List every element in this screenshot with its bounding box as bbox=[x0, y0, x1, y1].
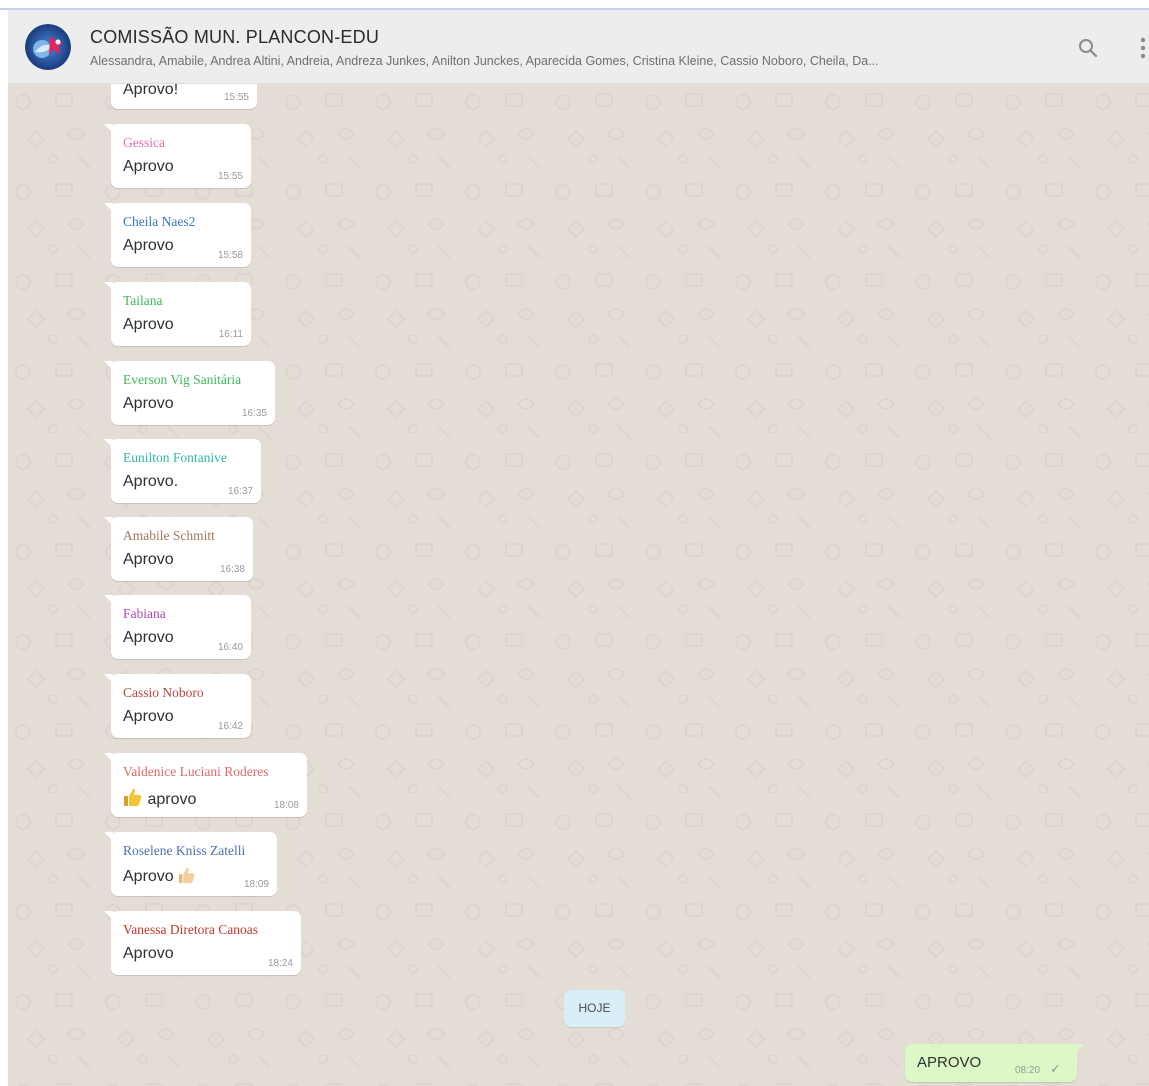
chat-header[interactable]: COMISSÃO MUN. PLANCON-EDU Alessandra, Am… bbox=[8, 10, 1149, 84]
message-time: 18:24 bbox=[267, 958, 293, 969]
message-text-content: aprovo bbox=[147, 791, 197, 808]
bubble-tail bbox=[104, 753, 113, 762]
message-time: 16:40 bbox=[217, 642, 243, 653]
message-text: Aprovo bbox=[123, 945, 174, 962]
incoming-message[interactable]: Gessica Aprovo 15:55 bbox=[104, 124, 251, 188]
incoming-message[interactable]: Eunilton Fontanive Aprovo. 16:37 bbox=[104, 439, 261, 503]
message-sender: Tailana bbox=[123, 293, 163, 308]
message-sender: Fabiana bbox=[123, 606, 166, 621]
message-time: 16:11 bbox=[218, 329, 243, 340]
message-text-content: Aprovo bbox=[123, 868, 174, 885]
window-top-border bbox=[0, 0, 1149, 10]
message-time: 16:35 bbox=[241, 408, 267, 419]
bubble-tail bbox=[104, 517, 113, 526]
message-time: 15:55 bbox=[223, 92, 249, 103]
group-participants: Alessandra, Amabile, Andrea Altini, Andr… bbox=[90, 54, 879, 68]
date-divider: HOJE bbox=[564, 990, 625, 1027]
message-text: Aprovo bbox=[123, 395, 174, 412]
message-time: 15:58 bbox=[217, 250, 243, 261]
search-icon[interactable] bbox=[1076, 36, 1100, 60]
message-time: 16:38 bbox=[219, 564, 245, 575]
message-text: Aprovo bbox=[123, 551, 174, 568]
incoming-message[interactable]: Fabiana Aprovo 16:40 bbox=[104, 595, 251, 659]
bubble-tail bbox=[104, 203, 113, 212]
incoming-message[interactable]: Cheila Naes2 Aprovo 15:58 bbox=[104, 203, 251, 267]
message-text: Aprovo bbox=[123, 158, 174, 175]
incoming-message[interactable]: Cassio Noboro Aprovo 16:42 bbox=[104, 674, 251, 738]
bubble-tail bbox=[104, 674, 113, 683]
message-sender: Valdenice Luciani Roderes bbox=[123, 764, 269, 779]
message-time: 18:08 bbox=[273, 800, 299, 811]
thumbs-up-icon bbox=[123, 787, 143, 812]
message-sender: Gessica bbox=[123, 135, 165, 150]
bubble-tail bbox=[104, 832, 113, 841]
group-avatar[interactable] bbox=[25, 24, 71, 70]
bubble-tail bbox=[104, 124, 113, 133]
message-time: 16:37 bbox=[227, 486, 253, 497]
bubble-tail bbox=[1075, 1044, 1084, 1053]
message-sender: Everson Vig Sanitária bbox=[123, 372, 242, 387]
incoming-message[interactable]: Tailana Aprovo 16:11 bbox=[104, 282, 251, 346]
message-text: aprovo bbox=[123, 787, 196, 812]
more-vertical-icon[interactable] bbox=[1138, 35, 1148, 61]
bubble-tail bbox=[104, 282, 113, 291]
message-sender: Cassio Noboro bbox=[123, 685, 204, 700]
message-text: Aprovo bbox=[123, 316, 174, 333]
message-sender: Vanessa Diretora Canoas bbox=[123, 922, 258, 937]
message-text: Aprovo bbox=[123, 708, 174, 725]
message-time: 16:42 bbox=[217, 721, 243, 732]
message-sender: Eunilton Fontanive bbox=[123, 450, 227, 465]
incoming-message[interactable]: Vanessa Diretora Canoas Aprovo 18:24 bbox=[104, 911, 301, 975]
bubble-tail bbox=[104, 361, 113, 370]
incoming-message[interactable]: Everson Vig Sanitária Aprovo 16:35 bbox=[104, 361, 275, 425]
message-text: APROVO bbox=[917, 1054, 982, 1071]
message-sender: Roselene Kniss Zatelli bbox=[123, 843, 246, 858]
outgoing-message[interactable]: APROVO 08:20 ✓ bbox=[905, 1044, 1084, 1082]
message-sender: Cheila Naes2 bbox=[123, 214, 196, 229]
incoming-message[interactable]: Amabile Schmitt Aprovo 16:38 bbox=[104, 517, 253, 581]
chat-panel[interactable]: Aprovo! 15:55 Gessica Aprovo 15:55 Cheil… bbox=[8, 84, 1149, 1086]
message-time: 18:09 bbox=[243, 879, 269, 890]
message-text: Aprovo! bbox=[123, 84, 179, 98]
incoming-message[interactable]: Aprovo! 15:55 bbox=[111, 84, 257, 109]
message-text: Aprovo bbox=[123, 629, 174, 646]
bubble-tail bbox=[104, 911, 113, 920]
incoming-message[interactable]: Roselene Kniss Zatelli Aprovo 18:09 bbox=[104, 832, 277, 896]
message-text: Aprovo bbox=[123, 237, 174, 254]
message-text: Aprovo bbox=[123, 866, 196, 889]
bubble-tail bbox=[104, 595, 113, 604]
message-time: 08:20 bbox=[1015, 1065, 1041, 1076]
message-sender: Amabile Schmitt bbox=[123, 528, 215, 543]
message-time: 15:55 bbox=[217, 171, 243, 182]
group-title: COMISSÃO MUN. PLANCON-EDU bbox=[90, 27, 380, 47]
single-check-icon: ✓ bbox=[1050, 1061, 1061, 1076]
incoming-message[interactable]: Valdenice Luciani Roderes aprovo 18:08 bbox=[104, 753, 307, 817]
message-text: Aprovo. bbox=[123, 473, 179, 490]
bubble-tail bbox=[104, 439, 113, 448]
thumbs-up-icon bbox=[178, 866, 196, 889]
